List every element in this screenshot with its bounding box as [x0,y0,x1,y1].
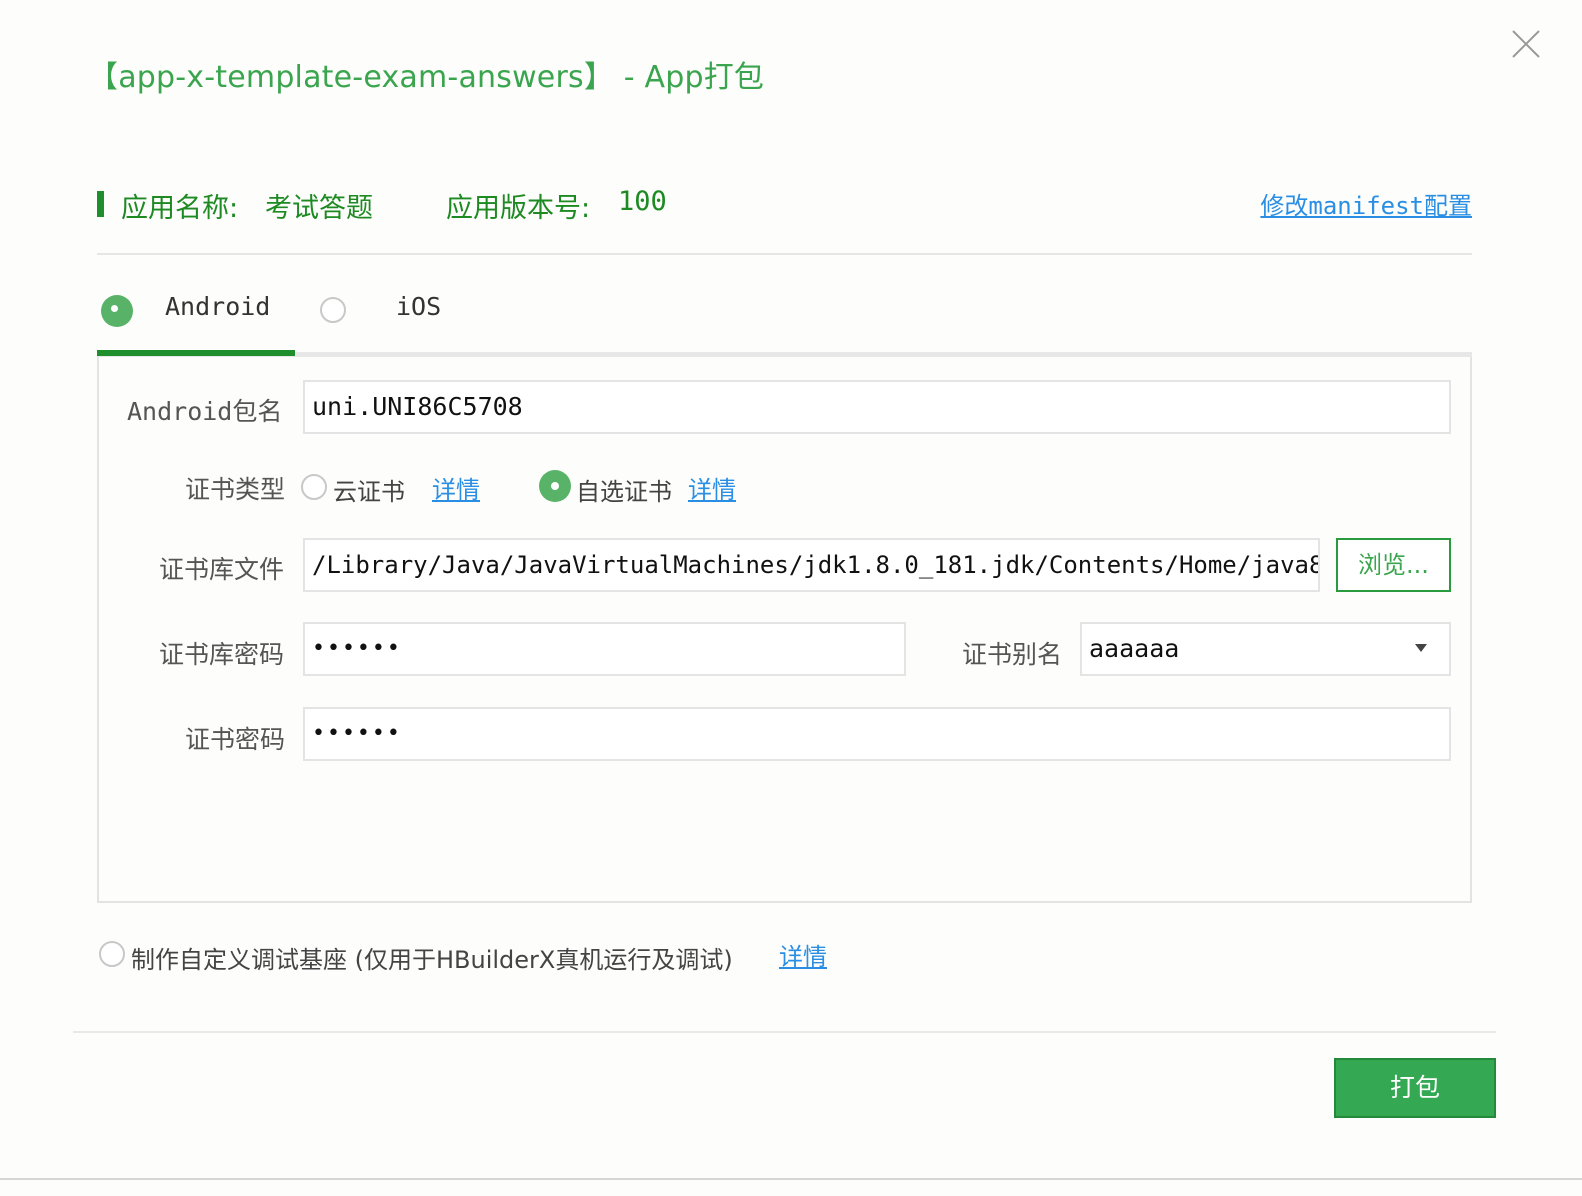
dialog-bottom-edge [0,1178,1582,1180]
browse-button[interactable]: 浏览... [1336,538,1451,592]
package-name-input[interactable]: uni.UNI86C5708 [303,380,1451,434]
keystore-file-label: 证书库文件 [159,555,285,584]
android-radio[interactable] [101,295,133,327]
cert-type-label: 证书类型 [185,475,286,504]
cloud-cert-detail-link[interactable]: 详情 [432,470,480,505]
app-name-value: 考试答题 [265,193,373,224]
tab-android[interactable]: Android [101,290,291,330]
tab-ios[interactable]: iOS [320,290,460,330]
cert-alias-label: 证书别名 [962,640,1063,669]
app-version-label: 应用版本号: [446,193,591,224]
custom-base-label: 制作自定义调试基座 (仅用于HBuilderX真机运行及调试) [131,946,733,974]
custom-cert-label: 自选证书 [576,478,672,506]
cert-alias-select[interactable]: aaaaaa [1080,622,1451,676]
chevron-down-icon [1415,644,1427,652]
keystore-password-label: 证书库密码 [159,640,285,669]
tab-active-indicator [97,350,295,356]
cloud-cert-label: 云证书 [333,478,405,506]
cloud-cert-radio[interactable] [301,474,327,500]
cert-password-input[interactable]: •••••• [303,707,1451,761]
custom-cert-detail-link[interactable]: 详情 [688,470,736,505]
dialog-title: 【app-x-template-exam-answers】 - App打包 [88,60,765,95]
edit-manifest-link[interactable]: 修改manifest配置 [1260,186,1472,221]
close-icon [1512,30,1540,58]
section-marker [97,191,104,217]
keystore-password-input[interactable]: •••••• [303,622,906,676]
package-name-label: Android包名 [127,397,283,426]
divider [97,253,1472,255]
ios-radio[interactable] [320,297,346,323]
tab-android-label: Android [165,292,271,321]
divider [73,1031,1496,1033]
app-name-label: 应用名称: [121,193,239,224]
keystore-file-input[interactable]: /Library/Java/JavaVirtualMachines/jdk1.8… [303,538,1320,592]
close-button[interactable] [1510,28,1542,60]
app-version-value: 100 [618,186,667,217]
cert-alias-value: aaaaaa [1089,634,1180,663]
custom-base-detail-link[interactable]: 详情 [779,937,827,972]
tab-ios-label: iOS [396,292,442,321]
custom-base-checkbox[interactable] [99,941,125,967]
app-info-bar: 应用名称: 考试答题 应用版本号: 100 修改manifest配置 [97,186,1472,226]
custom-cert-radio[interactable] [539,470,571,502]
cert-password-label: 证书密码 [185,725,286,754]
pack-button[interactable]: 打包 [1334,1058,1496,1118]
